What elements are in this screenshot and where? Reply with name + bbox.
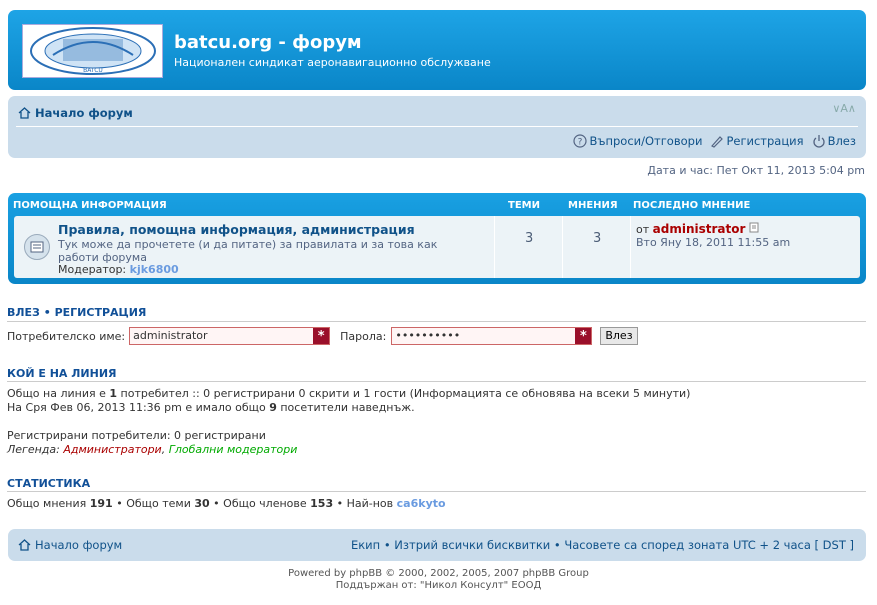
category-title[interactable]: ПОМОЩНА ИНФОРМАЦИЯ [13, 200, 167, 211]
login-label: Влез [827, 134, 856, 148]
forum-title-link[interactable]: Правила, помощна информация, администрац… [58, 222, 415, 237]
site-title[interactable]: batcu.org - форум [174, 32, 362, 53]
register-icon [711, 136, 724, 148]
login-section-title: ВЛЕЗ • РЕГИСТРАЦИЯ [7, 306, 146, 319]
stat-label: Общо мнения [7, 497, 87, 510]
online-summary: Общо на линия е 1 потребител :: 0 регист… [7, 387, 690, 400]
moderator-link[interactable]: kjk6800 [130, 263, 179, 276]
current-datetime: Дата и час: Пет Окт 11, 2013 5:04 pm [647, 164, 865, 177]
forum-row: Правила, помощна информация, администрац… [14, 216, 860, 278]
total-posts: 191 [89, 497, 113, 510]
username-field[interactable]: administrator * [129, 327, 331, 345]
forum-moderator: Модератор: kjk6800 [58, 263, 179, 276]
record-text: На Сря Фев 06, 2013 11:36 pm е имало общ… [7, 401, 266, 414]
registered-users: Регистрирани потребители: 0 регистрирани [7, 429, 266, 442]
last-post-date: Вто Яну 18, 2011 11:55 am [636, 236, 791, 249]
login-title-link[interactable]: ВЛЕЗ [7, 306, 40, 319]
posts-header: МНЕНИЯ [568, 200, 618, 211]
online-divider [7, 381, 866, 382]
site-logo[interactable]: BATCU [22, 24, 163, 78]
home-link[interactable]: Начало форум [18, 106, 133, 120]
posts-count: 3 [593, 231, 602, 246]
powered-by[interactable]: Powered by phpBB © 2000, 2002, 2005, 200… [0, 568, 877, 579]
faq-link[interactable]: ? Въпроси/Отговори [573, 134, 702, 148]
footer-navbar: Начало форум Екип • Изтрий всички бискви… [8, 529, 866, 561]
statistics-line: Общо мнения 191 • Общо теми 30 • Общо чл… [7, 497, 446, 510]
online-count: 1 [109, 387, 118, 400]
power-icon [812, 135, 825, 148]
footer-links: Екип • Изтрий всички бисквитки • Часовет… [351, 538, 854, 552]
online-text: Общо на линия е [7, 387, 106, 400]
login-form: Потребителско име: administrator * Парол… [7, 327, 638, 345]
posts-cell: 3 [562, 216, 630, 278]
record-text: посетители наведнъж. [280, 401, 415, 414]
online-record: На Сря Фев 06, 2013 11:36 pm е имало общ… [7, 401, 415, 414]
last-post-by-label: от [636, 223, 650, 236]
stat-label: • Общо теми [116, 497, 191, 510]
faq-icon: ? [573, 134, 588, 148]
footer-separator: • [553, 538, 561, 552]
register-label: Регистрация [726, 134, 804, 148]
last-post-header: ПОСЛЕДНО МНЕНИЕ [633, 200, 751, 211]
stat-label: • Най-нов [336, 497, 394, 510]
view-latest-post-icon[interactable] [749, 222, 760, 233]
statistics-title: СТАТИСТИКА [7, 477, 91, 490]
logo-emblem-icon: BATCU [30, 27, 156, 75]
delete-cookies-link[interactable]: Изтрий всички бисквитки [394, 538, 550, 552]
footer-separator: • [383, 538, 391, 552]
password-field[interactable]: •••••••••• * [391, 327, 593, 345]
timezone-info: Часовете са според зоната UTC + 2 часа [… [564, 538, 854, 552]
last-post-author-link[interactable]: administrator [653, 222, 746, 236]
password-value: •••••••••• [395, 329, 461, 342]
username-label: Потребителско име: [7, 329, 126, 343]
required-icon: * [313, 328, 330, 344]
home-icon [18, 539, 31, 551]
who-is-online-title[interactable]: КОЙ Е НА ЛИНИЯ [7, 367, 117, 380]
total-topics: 30 [194, 497, 210, 510]
register-link[interactable]: Регистрация [710, 134, 804, 148]
svg-text:?: ? [578, 138, 583, 148]
legend: Легенда: Администратори, Глобални модера… [7, 443, 297, 456]
last-post-author: от administrator [636, 222, 760, 236]
topics-header: ТЕМИ [508, 200, 540, 211]
stat-label: • Общо членове [213, 497, 307, 510]
site-description: Национален синдикат аеронавигационно обс… [174, 56, 491, 69]
legend-admins-link[interactable]: Администратори [63, 443, 161, 456]
svg-text:BATCU: BATCU [83, 67, 103, 74]
login-button[interactable]: Влез [600, 327, 638, 345]
home-icon [18, 107, 31, 119]
total-members: 153 [310, 497, 334, 510]
legend-label: Легенда: [7, 443, 60, 456]
home-link-label: Начало форум [35, 106, 133, 120]
required-icon: * [575, 328, 592, 344]
newest-member-link[interactable]: ca6kyto [397, 497, 446, 510]
login-divider [7, 321, 866, 322]
supported-by[interactable]: Поддържан от: "Никол Консулт" ЕООД [0, 580, 877, 591]
moderator-label: Модератор: [58, 263, 127, 276]
title-separator: • [43, 306, 51, 319]
navbar-divider [16, 126, 858, 127]
team-link[interactable]: Екип [351, 538, 380, 552]
forum-description: Тук може да прочетете (и да питате) за п… [58, 238, 438, 264]
topics-cell: 3 [494, 216, 562, 278]
footer-home-link[interactable]: Начало форум [18, 538, 122, 552]
online-text: потребител :: 0 регистрирани 0 скрити и … [120, 387, 691, 400]
legend-moderators-link[interactable]: Глобални модератори [169, 443, 298, 456]
site-header: BATCU batcu.org - форум Национален синди… [8, 10, 866, 90]
legend-separator: , [161, 443, 166, 456]
forum-category: ПОМОЩНА ИНФОРМАЦИЯ ТЕМИ МНЕНИЯ ПОСЛЕДНО … [8, 193, 866, 284]
topics-count: 3 [525, 231, 534, 246]
top-navbar: Начало форум ∨A∧ ? Въпроси/Отговори Реги… [8, 96, 866, 158]
footer-home-label: Начало форум [35, 538, 123, 552]
font-size-controls[interactable]: ∨A∧ [832, 102, 856, 115]
username-value: administrator [133, 329, 208, 342]
forum-read-icon [24, 234, 50, 260]
stats-divider [7, 491, 866, 492]
password-label: Парола: [340, 329, 387, 343]
register-title-link[interactable]: РЕГИСТРАЦИЯ [55, 306, 147, 319]
record-count: 9 [269, 401, 277, 414]
login-link[interactable]: Влез [812, 134, 856, 148]
faq-label: Въпроси/Отговори [589, 134, 703, 148]
